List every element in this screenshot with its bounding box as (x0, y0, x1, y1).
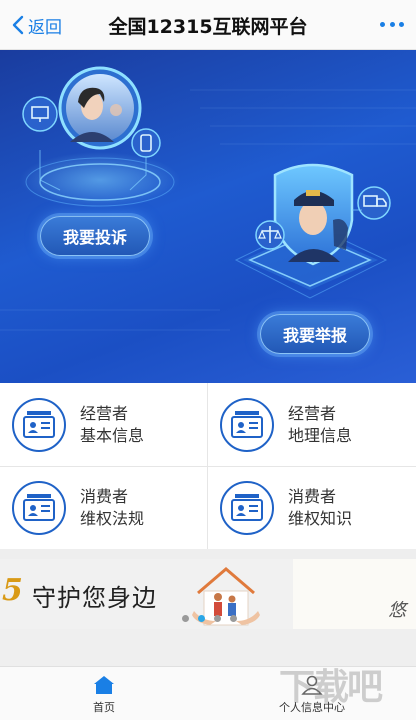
promo-signature: 悠 (388, 600, 406, 621)
id-card-icon (12, 480, 66, 535)
hero-banner: 我要投诉 我要举报 (0, 50, 416, 383)
operator-basic-info-item[interactable]: 经营者 基本信息 (0, 383, 208, 466)
home-icon (94, 676, 114, 694)
cell-line-2: 维权法规 (80, 508, 145, 528)
operator-geo-info-item[interactable]: 经营者 地理信息 (208, 383, 416, 466)
cell-line-1: 消费者 (288, 486, 337, 506)
cell-line-1: 消费者 (80, 486, 129, 506)
id-card-icon (220, 397, 274, 452)
navigation-bar: 返回 全国12315互联网平台 (0, 0, 416, 50)
carousel-dots (182, 615, 237, 622)
report-button[interactable]: 我要举报 (260, 314, 370, 354)
carousel-dot[interactable] (214, 615, 221, 622)
cell-line-2: 基本信息 (80, 425, 145, 445)
carousel-dot-active[interactable] (198, 615, 205, 622)
carousel-dot[interactable] (230, 615, 237, 622)
promo-carousel[interactable]: 5 守护您身边 悠 (0, 559, 416, 629)
cell-line-1: 经营者 (288, 403, 337, 423)
more-options-icon[interactable] (380, 16, 404, 32)
watermark: 下载吧 (279, 667, 383, 708)
promo-text: 守护您身边 (32, 584, 157, 612)
tab-home-label: 首页 (93, 701, 115, 714)
carousel-dot[interactable] (182, 615, 189, 622)
consumer-rights-law-item[interactable]: 消费者 维权法规 (0, 466, 208, 549)
id-card-icon (220, 480, 274, 535)
tab-home[interactable]: 首页 (44, 675, 164, 715)
cell-line-1: 经营者 (80, 403, 129, 423)
cell-line-2: 维权知识 (288, 508, 353, 528)
promo-number: 5 (2, 573, 23, 608)
cell-line-2: 地理信息 (288, 425, 353, 445)
id-card-icon (12, 397, 66, 452)
service-grid: 经营者 基本信息 经营者 地理信息 消费者 维权法规 消费者 维权知识 (0, 383, 416, 549)
consumer-rights-knowledge-item[interactable]: 消费者 维权知识 (208, 466, 416, 549)
grid-divider-horizontal (0, 466, 416, 467)
complaint-button[interactable]: 我要投诉 (40, 216, 150, 256)
page-title: 全国12315互联网平台 (108, 16, 308, 38)
section-gap (0, 549, 416, 559)
